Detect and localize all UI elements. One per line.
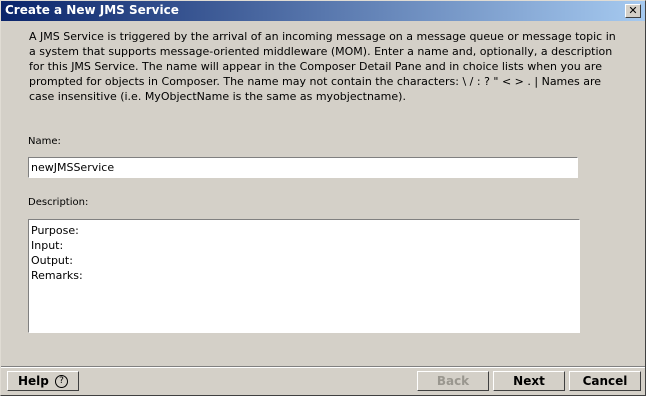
intro-line: a system that supports message-oriented … xyxy=(29,45,613,58)
name-input[interactable] xyxy=(28,157,578,178)
button-separator xyxy=(1,366,645,368)
intro-line: prompted for objects in Composer. The na… xyxy=(29,75,602,88)
description-line: Remarks: xyxy=(31,269,83,282)
back-button[interactable]: Back xyxy=(417,371,489,391)
help-button-label: Help xyxy=(17,374,49,388)
description-line: Input: xyxy=(31,239,64,252)
dialog-title: Create a New JMS Service xyxy=(5,3,179,17)
intro-line: A JMS Service is triggered by the arriva… xyxy=(29,30,616,43)
intro-line: for this JMS Service. The name will appe… xyxy=(29,60,602,73)
close-button[interactable]: ✕ xyxy=(625,4,641,18)
help-icon: ? xyxy=(55,375,69,388)
title-bar[interactable]: Create a New JMS Service ✕ xyxy=(1,1,645,21)
intro-text: A JMS Service is triggered by the arriva… xyxy=(29,29,619,104)
intro-line: case insensitive (i.e. MyObjectName is t… xyxy=(29,90,406,103)
description-line: Purpose: xyxy=(31,224,79,237)
description-label: Description: xyxy=(28,197,89,208)
description-line: Output: xyxy=(31,254,73,267)
description-textarea[interactable]: Purpose: Input: Output: Remarks: xyxy=(28,219,580,333)
create-jms-service-dialog: Create a New JMS Service ✕ A JMS Service… xyxy=(0,0,646,396)
next-button[interactable]: Next xyxy=(493,371,565,391)
cancel-button[interactable]: Cancel xyxy=(569,371,641,391)
help-button[interactable]: Help ? xyxy=(7,371,79,391)
name-label: Name: xyxy=(28,136,61,147)
